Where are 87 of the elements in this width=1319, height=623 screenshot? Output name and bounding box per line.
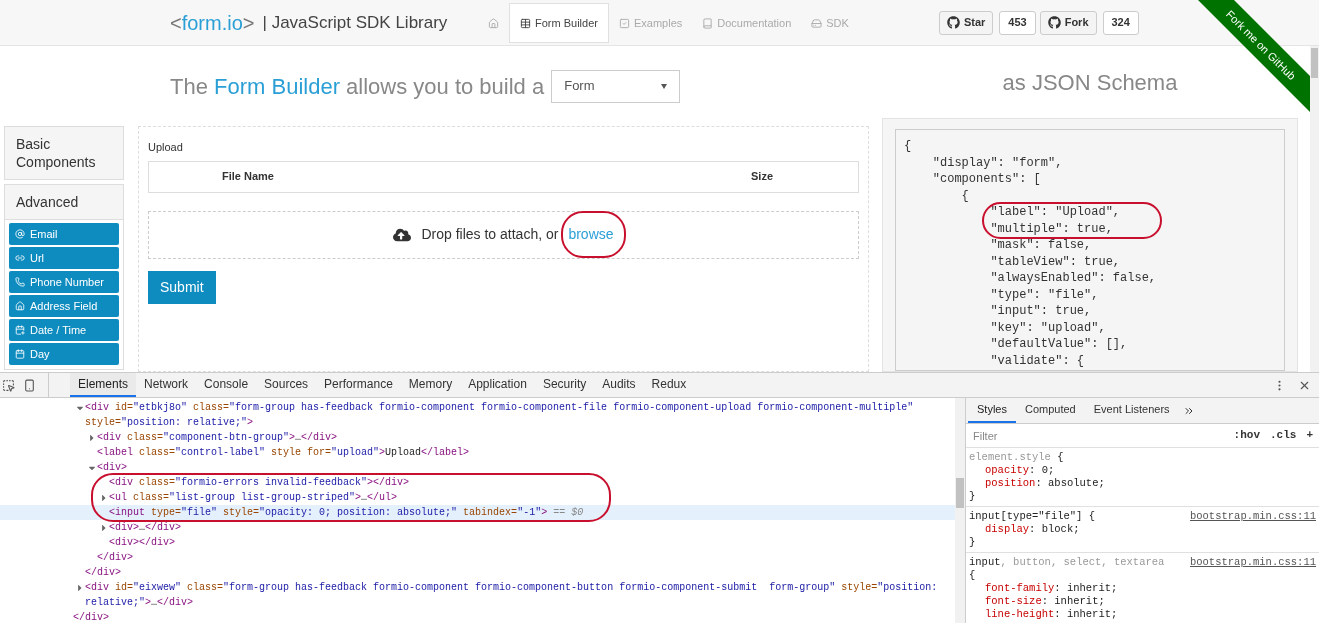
builder-heading: The Form Builder allows you to build a	[170, 72, 545, 101]
component-button[interactable]: Email	[9, 223, 119, 245]
component-button[interactable]: Url	[9, 247, 119, 269]
devtools-tab[interactable]: Network	[136, 373, 197, 397]
dom-node-text[interactable]: </div>	[73, 610, 109, 623]
source-link[interactable]: bootstrap.min.css:11	[1189, 510, 1316, 523]
rule-brace: }	[969, 536, 977, 549]
github-count[interactable]: 453	[999, 10, 1036, 35]
dom-node-text[interactable]: <div id="eixwew" class="form-group has-feedback formio-component formio-component-button formio-component-submit form-group" style="position: relative;">…</div>	[85, 580, 947, 610]
home-icon	[488, 17, 499, 29]
field-label: Upload	[148, 140, 184, 155]
style-declaration[interactable]: font-family: inherit;	[969, 582, 1316, 595]
page-scrollbar[interactable]	[1310, 46, 1319, 372]
drop-text: Drop files to attach, or	[421, 225, 559, 244]
source-link[interactable]: bootstrap.min.css:11	[1189, 556, 1316, 569]
json-code: { "display": "form", "components": [ { "label": "Upload", "multiple": true, "mask": false, "tableView": true, "alwaysEnabled": false, "type": "file", "input": true, "key": "upload", "defaultValue": [], "validate": {	[895, 129, 1285, 371]
book-icon	[702, 17, 714, 29]
column-header: Size	[751, 169, 773, 185]
schema-heading: as JSON Schema	[1002, 68, 1178, 97]
dom-node-text[interactable]: <div></div>	[109, 535, 176, 550]
github-icon	[1047, 16, 1061, 29]
dom-node-text[interactable]: <div class="component-btn-group">…</div>	[97, 430, 338, 445]
at-sign-icon	[15, 229, 25, 239]
github-button[interactable]: Star	[938, 10, 994, 35]
rule-selector[interactable]: input[type="file"] {	[969, 510, 1096, 523]
devtools-tab[interactable]: Memory	[400, 373, 461, 397]
logo[interactable]: <form.io>	[170, 7, 255, 38]
styles-tab[interactable]: Computed	[1015, 398, 1085, 423]
github-button[interactable]: Fork	[1039, 10, 1097, 35]
home-icon	[15, 301, 25, 311]
devtools-tab[interactable]: Performance	[316, 373, 401, 397]
caret-icon	[661, 83, 668, 89]
style-tool-button[interactable]: :hov	[1233, 427, 1260, 444]
style-tool-button[interactable]: .cls	[1270, 427, 1297, 444]
dom-node-text[interactable]: </div>	[97, 550, 133, 565]
display-select[interactable]: Form	[551, 69, 681, 103]
style-declaration[interactable]: font-size: inherit;	[969, 595, 1316, 608]
rule-brace: }	[969, 490, 977, 503]
dom-node-text[interactable]: <div id="etbkj8o" class="form-group has-feedback formio-component formio-component-file formio-component-upload formio-component-multiple" style="position: relative;">	[85, 400, 947, 430]
calendar-plus-icon	[15, 325, 25, 335]
dom-node-text[interactable]: <input type="file" style="opacity: 0; position: absolute;" tabindex="-1"> == $0	[109, 505, 584, 520]
devtools-tab[interactable]: Application	[460, 373, 535, 397]
inspect-icon[interactable]	[2, 378, 15, 392]
github-count[interactable]: 324	[1102, 10, 1139, 35]
devtools-tab[interactable]: Console	[196, 373, 257, 397]
component-group-header[interactable]: Basic Components	[4, 126, 124, 180]
rule-brace: {	[969, 569, 977, 582]
style-declaration[interactable]: opacity: 0;	[969, 464, 1316, 477]
device-icon[interactable]	[23, 378, 36, 392]
styles-tab[interactable]: Styles	[968, 398, 1016, 423]
devtools-tab[interactable]: Redux	[643, 373, 695, 397]
checkbox-icon	[618, 17, 630, 29]
dom-node-text[interactable]: <div class="formio-errors invalid-feedback"></div>	[109, 475, 410, 490]
dom-node-text[interactable]: <div>…</div>	[109, 520, 182, 535]
phone-icon	[15, 277, 25, 287]
component-group-header[interactable]: Advanced	[4, 184, 124, 220]
style-declaration[interactable]: display: block;	[969, 523, 1316, 536]
devtools-tab[interactable]: Security	[534, 373, 595, 397]
table-icon	[520, 17, 531, 29]
component-button[interactable]: Day	[9, 343, 119, 365]
component-button[interactable]: Phone Number	[9, 271, 119, 293]
rule-selector[interactable]: element.style {	[969, 451, 1064, 464]
submit-button[interactable]: Submit	[148, 270, 216, 304]
style-declaration[interactable]: position: absolute;	[969, 477, 1316, 490]
dom-node-text[interactable]: <ul class="list-group list-group-striped">…</ul>	[109, 490, 398, 505]
devtools-tab[interactable]: Sources	[256, 373, 317, 397]
dom-node-text[interactable]: </div>	[85, 565, 121, 580]
component-button[interactable]: Date / Time	[9, 319, 119, 341]
styles-tab[interactable]: Event Listeners	[1084, 398, 1179, 423]
calendar-icon	[15, 349, 25, 359]
component-button[interactable]: Address Field	[9, 295, 119, 317]
rule-selector[interactable]: input, button, select, textarea	[969, 556, 1165, 569]
devtools-tab[interactable]: Elements	[70, 373, 137, 397]
dom-node-text[interactable]: <label class="control-label" style for="upload">Upload</label>	[97, 445, 470, 460]
column-header: File Name	[222, 169, 274, 185]
link-icon	[15, 253, 25, 263]
github-icon	[946, 16, 960, 29]
elements-scrollbar[interactable]	[955, 398, 965, 623]
drive-icon	[811, 17, 823, 29]
selected-row[interactable]: <input type="file" style="opacity: 0; position: absolute;" tabindex="-1"> == $0	[0, 505, 955, 520]
style-declaration[interactable]: line-height: inherit;	[969, 608, 1316, 621]
dom-node-text[interactable]: <div>	[97, 460, 127, 475]
devtools-tab[interactable]: Audits	[594, 373, 644, 397]
style-tool-button[interactable]: +	[1306, 427, 1313, 444]
nav-link[interactable]: Form Builder	[509, 3, 609, 43]
drop-zone[interactable]: Drop files to attach, or browse	[148, 210, 859, 259]
site-subtitle: | JavaScript SDK Library	[262, 11, 448, 34]
